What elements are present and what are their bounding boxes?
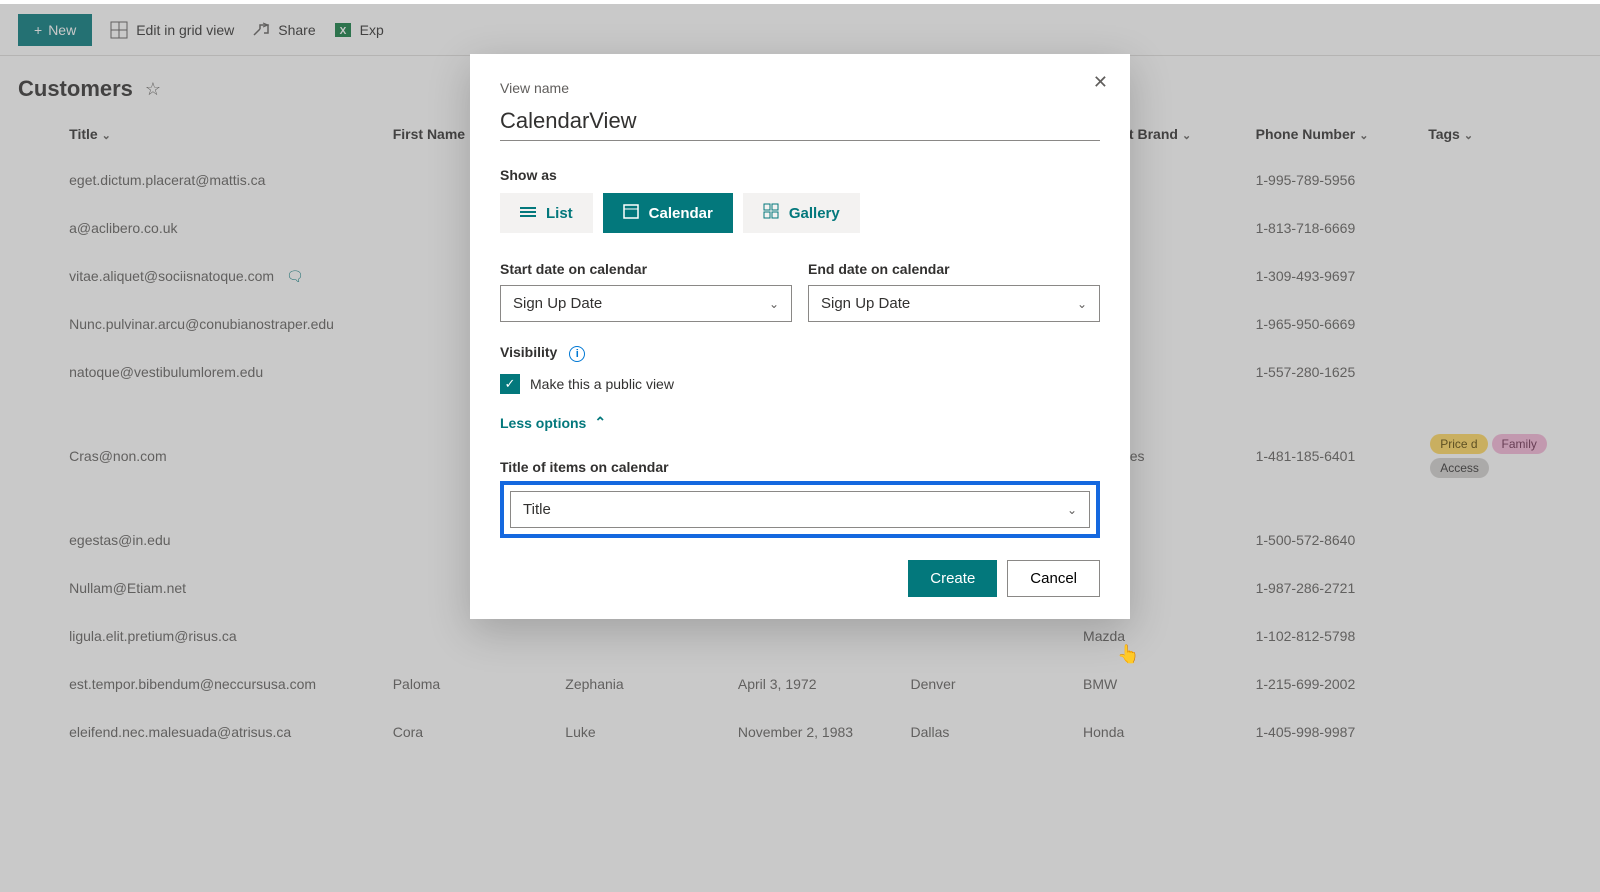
end-date-dropdown[interactable]: Sign Up Date ⌄ [808,285,1100,322]
show-as-gallery[interactable]: Gallery [743,193,860,233]
public-view-checkbox[interactable]: ✓ [500,374,520,394]
close-button[interactable]: ✕ [1093,72,1108,93]
title-items-label: Title of items on calendar [500,459,1100,475]
visibility-label: Visibility [500,344,557,360]
create-button[interactable]: Create [908,560,997,597]
show-as-label: Show as [500,167,1100,183]
gallery-icon [763,203,779,223]
show-as-group: List Calendar Gallery [500,193,1100,233]
info-icon[interactable]: i [569,346,585,362]
create-view-dialog: ✕ View name Show as List Calendar Galler… [470,54,1130,619]
end-date-label: End date on calendar [808,261,1100,277]
chevron-down-icon: ⌄ [1077,297,1087,311]
calendar-icon [623,203,639,223]
cursor-icon: 👆 [1117,644,1139,665]
chevron-down-icon: ⌄ [769,297,779,311]
show-as-list[interactable]: List [500,193,593,233]
list-icon [520,205,536,222]
view-name-input[interactable] [500,102,1100,141]
title-items-focus: Title ⌄ [500,481,1100,538]
start-date-label: Start date on calendar [500,261,792,277]
show-as-calendar[interactable]: Calendar [603,193,733,233]
view-name-label: View name [500,80,1100,96]
title-items-dropdown[interactable]: Title ⌄ [510,491,1090,528]
cancel-button[interactable]: Cancel [1007,560,1100,597]
modal-overlay: ✕ View name Show as List Calendar Galler… [0,4,1600,892]
start-date-dropdown[interactable]: Sign Up Date ⌄ [500,285,792,322]
chevron-up-icon: ⌃ [594,414,606,431]
less-options-toggle[interactable]: Less options ⌃ [500,414,606,431]
chevron-down-icon: ⌄ [1067,503,1077,517]
public-view-label: Make this a public view [530,376,674,392]
